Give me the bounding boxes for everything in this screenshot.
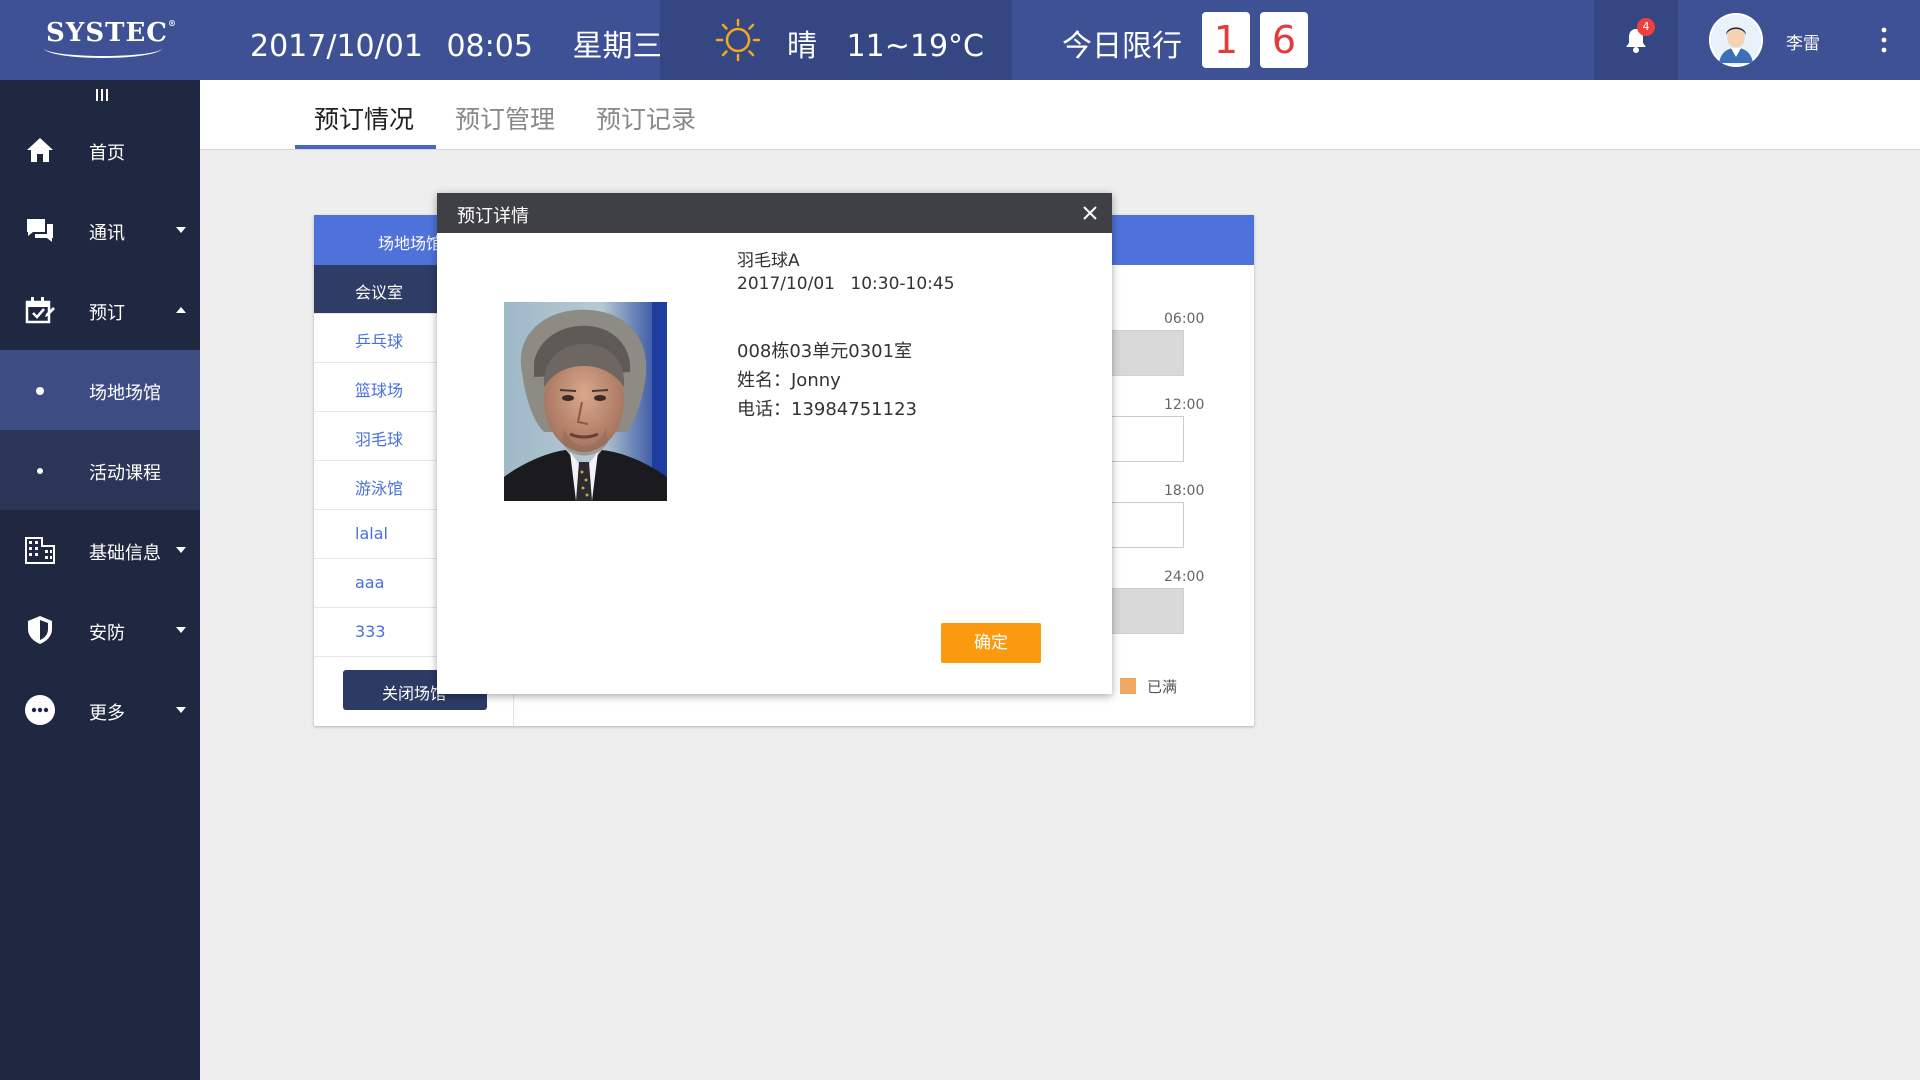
sidebar-item-booking[interactable]: 预订 (0, 270, 200, 350)
caret-down-icon (176, 227, 186, 233)
top-bar: SYSTEC® 2017/10/01 08:05 星期三 晴 11~19°C 今… (0, 0, 1920, 80)
weekday: 星期三 (572, 29, 663, 64)
sidebar-item-basic-info[interactable]: 基础信息 (0, 510, 200, 590)
time-label: 06:00 (1164, 311, 1205, 327)
card-title: 场地场馆 (378, 234, 443, 253)
menu-toggle-icon[interactable] (93, 88, 111, 102)
bullet-icon (36, 387, 44, 395)
sidebar-item-label: 安防 (89, 623, 125, 644)
caret-down-icon (176, 707, 186, 713)
booking-icon (25, 297, 55, 324)
tab-booking-status[interactable]: 预订情况 (314, 100, 414, 136)
shield-icon (28, 616, 52, 644)
tab-booking-records[interactable]: 预订记录 (596, 100, 696, 136)
notification-badge: 4 (1637, 18, 1655, 36)
bullet-icon (37, 468, 43, 474)
limit-digit-2: 6 (1260, 12, 1308, 68)
booking-time-range: 10:30-10:45 (850, 274, 955, 294)
sidebar-item-label: 首页 (89, 143, 125, 164)
time-label: 18:00 (1164, 483, 1205, 499)
portrait-image (504, 302, 667, 501)
legend-full-label: 已满 (1147, 678, 1178, 696)
limit-digit-1: 1 (1202, 12, 1250, 68)
time-label: 24:00 (1164, 569, 1205, 585)
tab-booking-management[interactable]: 预订管理 (455, 100, 555, 136)
systec-logo[interactable]: SYSTEC® (46, 18, 177, 48)
sidebar-item-label: 基础信息 (89, 543, 161, 564)
sidebar-item-security[interactable]: 安防 (0, 590, 200, 670)
legend-full-swatch (1120, 678, 1136, 694)
home-icon (27, 138, 53, 162)
sidebar-item-label: 更多 (89, 703, 125, 724)
modal-header: 预订详情 (437, 193, 1112, 233)
building-icon (25, 537, 55, 564)
caret-down-icon (176, 547, 186, 553)
sun-icon (715, 18, 761, 62)
booking-datetime: 2017/10/01 10:30-10:45 (737, 274, 955, 294)
booking-detail-modal: 预订详情 羽毛球A 2017/10/01 10:30-10:45 008栋03单… (437, 193, 1112, 694)
user-photo (504, 302, 667, 501)
sidebar: 首页 通讯 预订 场地场馆 活动课程 基础信息 安防 更多 (0, 80, 200, 1080)
booking-date: 2017/10/01 (737, 274, 835, 294)
current-time: 08:05 (446, 29, 533, 64)
traffic-limit-label: 今日限行 (1062, 29, 1182, 64)
sidebar-item-label: 预订 (89, 303, 125, 324)
booking-venue: 羽毛球A (737, 251, 800, 271)
weather-text: 晴 11~19°C (787, 21, 984, 65)
booker-name: 姓名：Jonny (737, 370, 841, 391)
booker-phone: 电话：13984751123 (737, 399, 917, 420)
sidebar-subitem-activities[interactable]: 活动课程 (0, 430, 200, 510)
user-name[interactable]: 李雷 (1786, 29, 1820, 54)
date-time-display: 2017/10/01 08:05 星期三 (250, 21, 662, 65)
confirm-button[interactable]: 确定 (941, 623, 1041, 663)
close-icon[interactable] (1082, 205, 1098, 221)
caret-up-icon (176, 307, 186, 313)
sidebar-item-label: 通讯 (89, 223, 125, 244)
sidebar-item-more[interactable]: 更多 (0, 670, 200, 750)
sidebar-item-label: 活动课程 (89, 463, 161, 484)
more-icon (25, 695, 55, 725)
sidebar-item-home[interactable]: 首页 (0, 110, 200, 190)
tab-bar: 预订情况 预订管理 预订记录 (200, 80, 1920, 150)
active-tab-indicator (295, 145, 436, 149)
sidebar-subitem-venues[interactable]: 场地场馆 (0, 350, 200, 430)
weather-condition: 晴 (787, 29, 817, 64)
sidebar-item-label: 场地场馆 (89, 383, 161, 404)
kebab-menu-icon[interactable] (1876, 24, 1892, 56)
time-label: 12:00 (1164, 397, 1205, 413)
user-avatar[interactable] (1709, 13, 1763, 67)
avatar-icon (1709, 13, 1763, 67)
modal-title: 预订详情 (457, 206, 529, 227)
chat-icon (27, 219, 53, 242)
logo-swoosh (44, 48, 162, 58)
temperature-range: 11~19°C (846, 29, 984, 64)
current-date: 2017/10/01 (250, 29, 423, 64)
caret-down-icon (176, 627, 186, 633)
booking-address: 008栋03单元0301室 (737, 341, 913, 362)
sidebar-item-communication[interactable]: 通讯 (0, 190, 200, 270)
